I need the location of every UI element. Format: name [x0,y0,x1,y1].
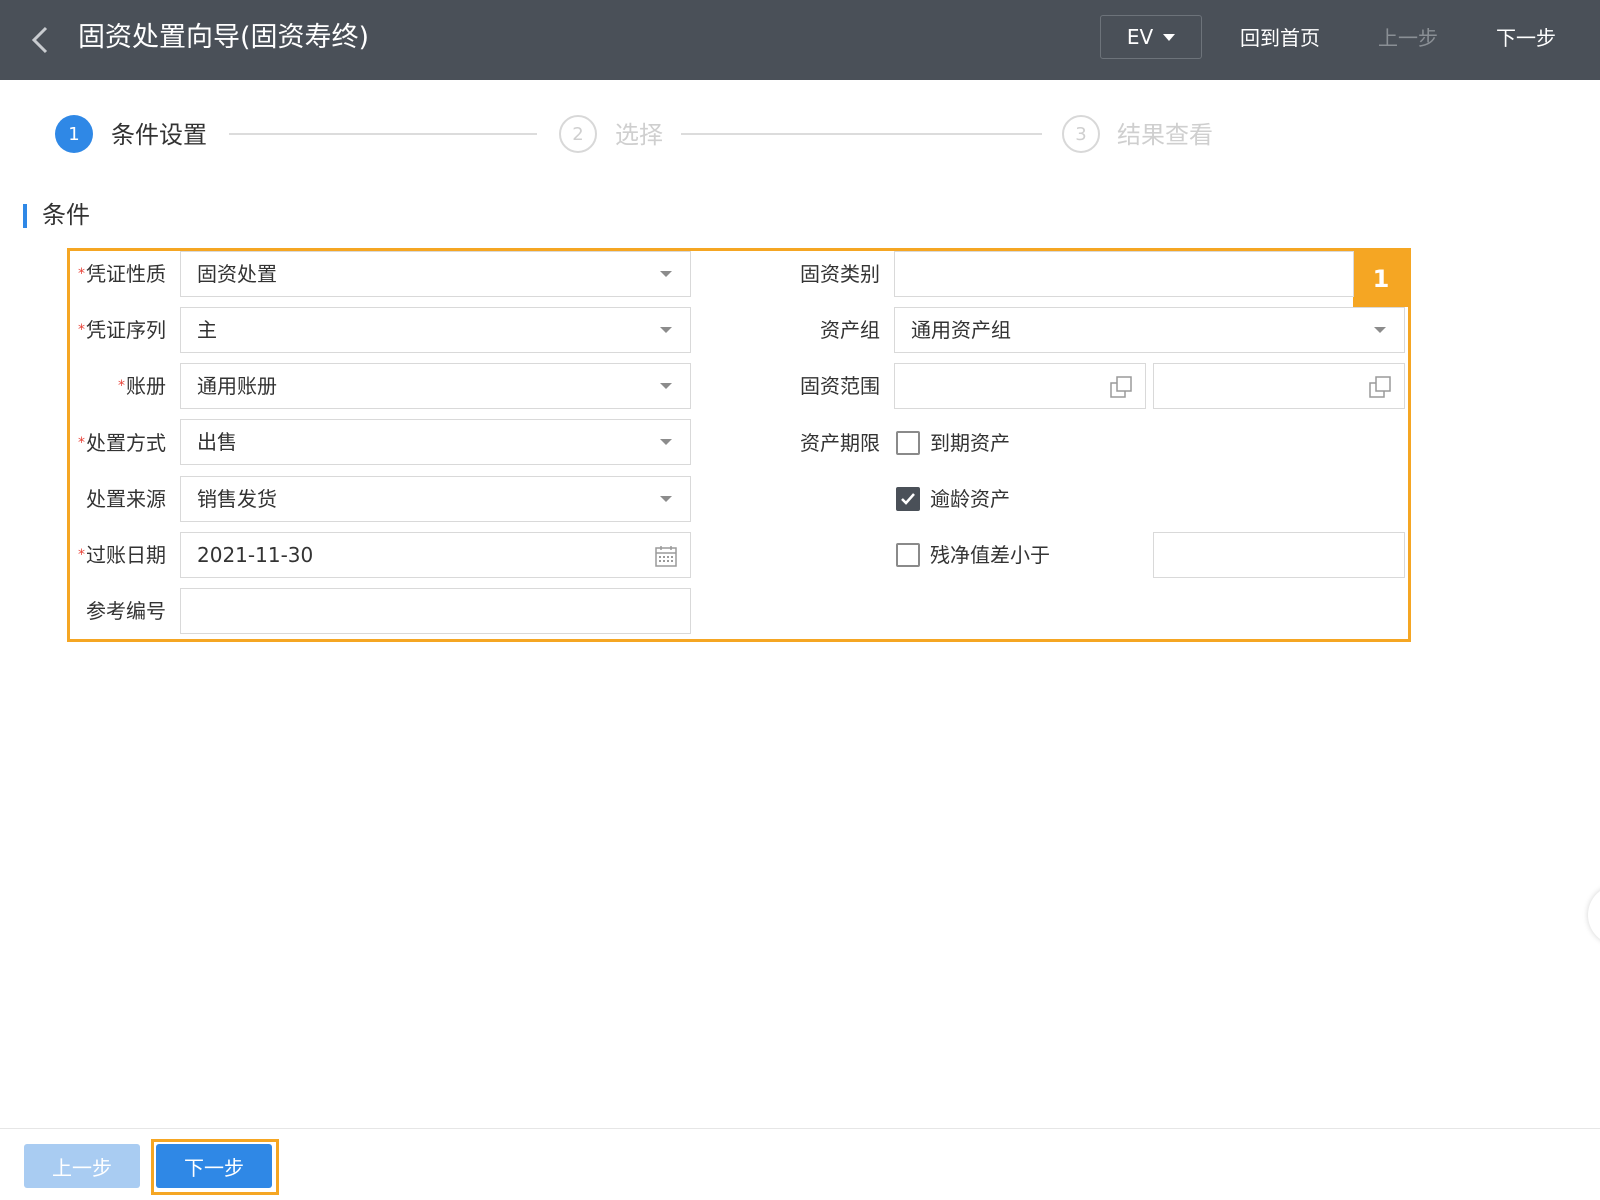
caret-down-icon [660,327,672,333]
caret-down-icon [1163,33,1176,41]
page-title: 固资处置向导(固资寿终) [78,22,370,53]
posting-date-value: 2021-11-30 [197,543,314,567]
caret-down-icon [1374,327,1386,333]
footer-divider [0,1128,1600,1129]
voucher-sequence-label: *凭证序列 [78,318,166,342]
calendar-icon[interactable] [654,544,678,568]
asset-range-label: 固资范围 [800,374,880,398]
expired-asset-checkbox[interactable] [896,431,920,455]
posting-date-label: *过账日期 [78,543,166,567]
step-2-circle: 2 [559,115,597,153]
annotation-badge: 1 [1353,251,1409,307]
expired-asset-label: 到期资产 [930,431,1010,455]
asset-period-label: 资产期限 [800,431,880,455]
voucher-nature-value: 固资处置 [197,262,277,286]
net-value-checkbox[interactable] [896,543,920,567]
asset-group-value: 通用资产组 [911,318,1011,342]
step-3-label: 结果查看 [1117,121,1213,149]
copy-icon[interactable] [1368,375,1392,399]
next-step-button[interactable]: 下一步 [156,1144,272,1188]
disposal-source-select[interactable]: 销售发货 [180,476,691,522]
step-1-label: 条件设置 [111,121,207,149]
caret-down-icon [660,439,672,445]
disposal-method-value: 出售 [197,430,237,454]
asset-category-input[interactable] [894,251,1354,297]
check-icon [901,493,915,505]
step-2-label: 选择 [615,121,663,149]
overage-asset-checkbox[interactable] [896,487,920,511]
voucher-sequence-value: 主 [197,318,217,342]
copy-icon[interactable] [1109,375,1133,399]
header-prev-step-link[interactable]: 上一步 [1378,22,1438,54]
voucher-nature-select[interactable]: 固资处置 [180,251,691,297]
step-1-circle: 1 [55,115,93,153]
home-link[interactable]: 回到首页 [1240,22,1320,54]
side-panel-handle[interactable] [1588,885,1600,945]
disposal-source-label: 处置来源 [86,487,166,511]
asset-category-label: 固资类别 [800,262,880,286]
ev-dropdown[interactable]: EV [1100,15,1202,59]
asset-group-select[interactable]: 通用资产组 [894,307,1405,353]
step-connector [229,133,537,135]
net-value-label: 残净值差小于 [930,543,1050,567]
caret-down-icon [660,383,672,389]
prev-step-button[interactable]: 上一步 [24,1144,140,1188]
section-marker [23,204,27,228]
asset-range-from-input[interactable] [894,363,1146,409]
voucher-nature-label: *凭证性质 [78,262,166,286]
asset-group-label: 资产组 [820,318,880,342]
reference-no-input[interactable] [180,588,691,634]
ledger-label: *账册 [118,374,166,398]
disposal-method-label: *处置方式 [78,431,166,455]
step-3-circle: 3 [1062,115,1100,153]
header-next-step-link[interactable]: 下一步 [1496,22,1556,54]
disposal-method-select[interactable]: 出售 [180,419,691,465]
reference-no-label: 参考编号 [86,599,166,623]
net-value-input[interactable] [1153,532,1405,578]
posting-date-input[interactable]: 2021-11-30 [180,532,691,578]
caret-down-icon [660,271,672,277]
ledger-value: 通用账册 [197,374,277,398]
ev-dropdown-value: EV [1126,25,1154,49]
overage-asset-label: 逾龄资产 [930,487,1010,511]
asset-range-to-input[interactable] [1153,363,1405,409]
section-title: 条件 [42,201,90,229]
caret-down-icon [660,496,672,502]
step-connector [681,133,1042,135]
top-bar: 固资处置向导(固资寿终) EV 回到首页 上一步 下一步 [0,0,1600,80]
voucher-sequence-select[interactable]: 主 [180,307,691,353]
disposal-source-value: 销售发货 [197,487,277,511]
back-arrow-icon[interactable] [26,24,56,56]
ledger-select[interactable]: 通用账册 [180,363,691,409]
